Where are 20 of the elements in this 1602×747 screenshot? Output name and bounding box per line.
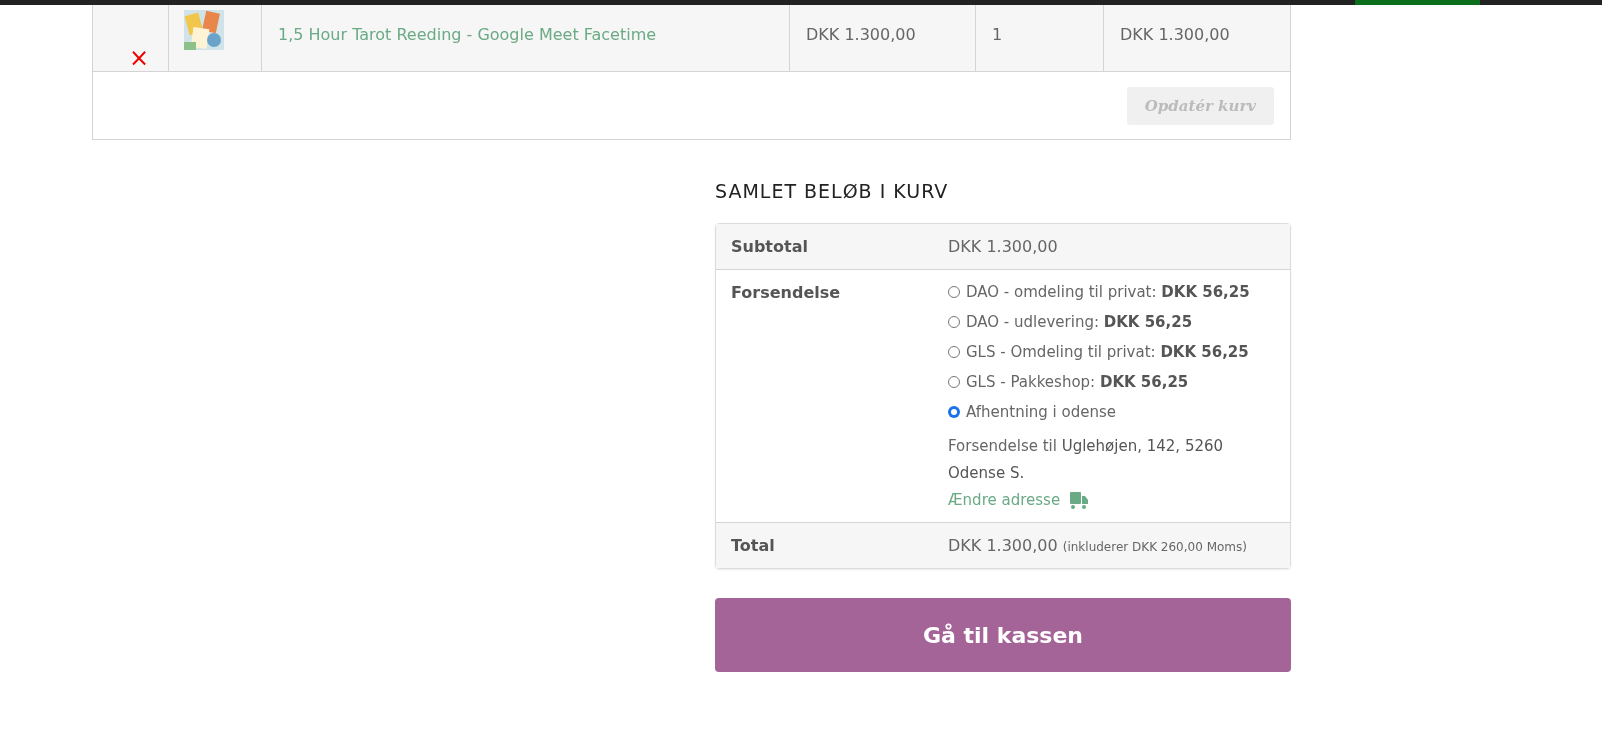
subtotal-label: Subtotal bbox=[731, 237, 809, 256]
total-value: DKK 1.300,00 bbox=[948, 536, 1058, 555]
cart-totals-heading: SAMLET BELØB I KURV bbox=[715, 180, 950, 202]
shipping-option-label[interactable]: GLS - Omdeling til privat: DKK 56,25 bbox=[966, 343, 1249, 361]
checkout-button[interactable]: Gå til kassen bbox=[715, 598, 1291, 672]
subtotal-cell: DKK 1.300,00 bbox=[1120, 25, 1230, 44]
tax-note: (inkluderer DKK 260,00 Moms) bbox=[1062, 540, 1247, 554]
shipping-destination: Forsendelse til Uglehøjen, 142, 5260 Odense S. bbox=[948, 436, 1225, 484]
remove-icon[interactable]: × bbox=[109, 25, 150, 67]
shipping-option-label[interactable]: GLS - Pakkeshop: DKK 56,25 bbox=[966, 373, 1189, 391]
total-label: Total bbox=[731, 536, 776, 555]
shipping-option-label[interactable]: DAO - udlevering: DKK 56,25 bbox=[966, 313, 1193, 331]
radio-button[interactable] bbox=[948, 406, 960, 418]
shipping-option-label[interactable]: DAO - omdeling til privat: DKK 56,25 bbox=[966, 283, 1250, 301]
truck-icon bbox=[1070, 491, 1089, 509]
price-cell: DKK 1.300,00 bbox=[806, 25, 916, 44]
subtotal-value: DKK 1.300,00 bbox=[948, 237, 1059, 256]
shipping-label: Forsendelse bbox=[731, 283, 842, 302]
quantity-cell: 1 bbox=[992, 25, 1003, 44]
shipping-option-label[interactable]: Afhentning i odense bbox=[966, 403, 1116, 421]
